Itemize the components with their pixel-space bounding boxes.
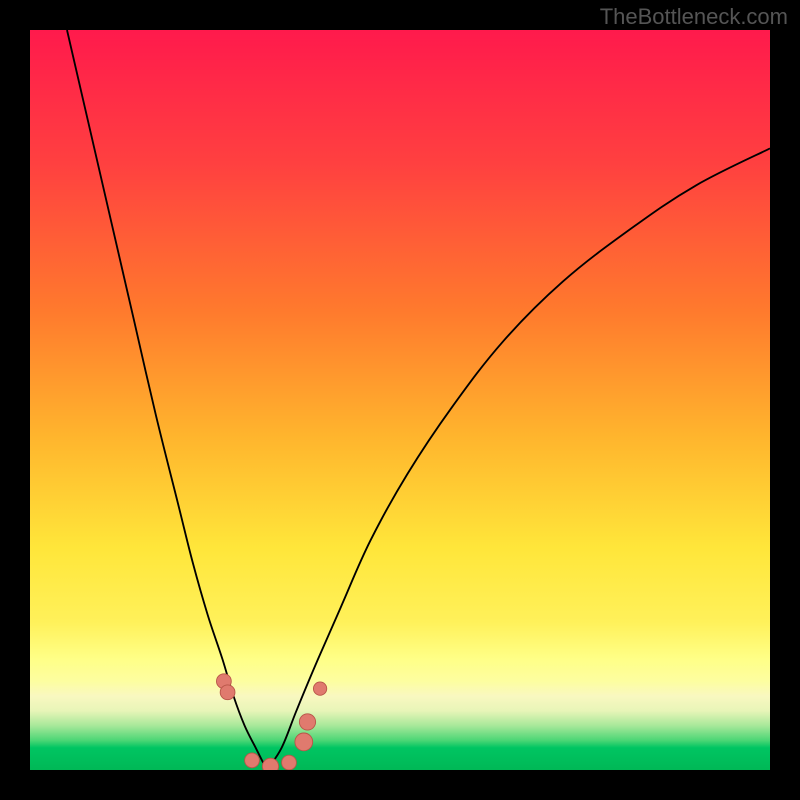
data-marker [262, 758, 278, 770]
data-marker [313, 682, 326, 695]
watermark-text: TheBottleneck.com [600, 4, 788, 30]
data-marker [220, 685, 235, 700]
data-marker [299, 714, 315, 730]
chart-container: TheBottleneck.com [0, 0, 800, 800]
data-marker [282, 755, 297, 770]
data-marker [295, 733, 313, 751]
data-markers [216, 674, 326, 770]
data-marker [245, 753, 260, 768]
right-branch-curve [267, 148, 770, 770]
chart-svg [30, 30, 770, 770]
left-branch-curve [67, 30, 267, 770]
